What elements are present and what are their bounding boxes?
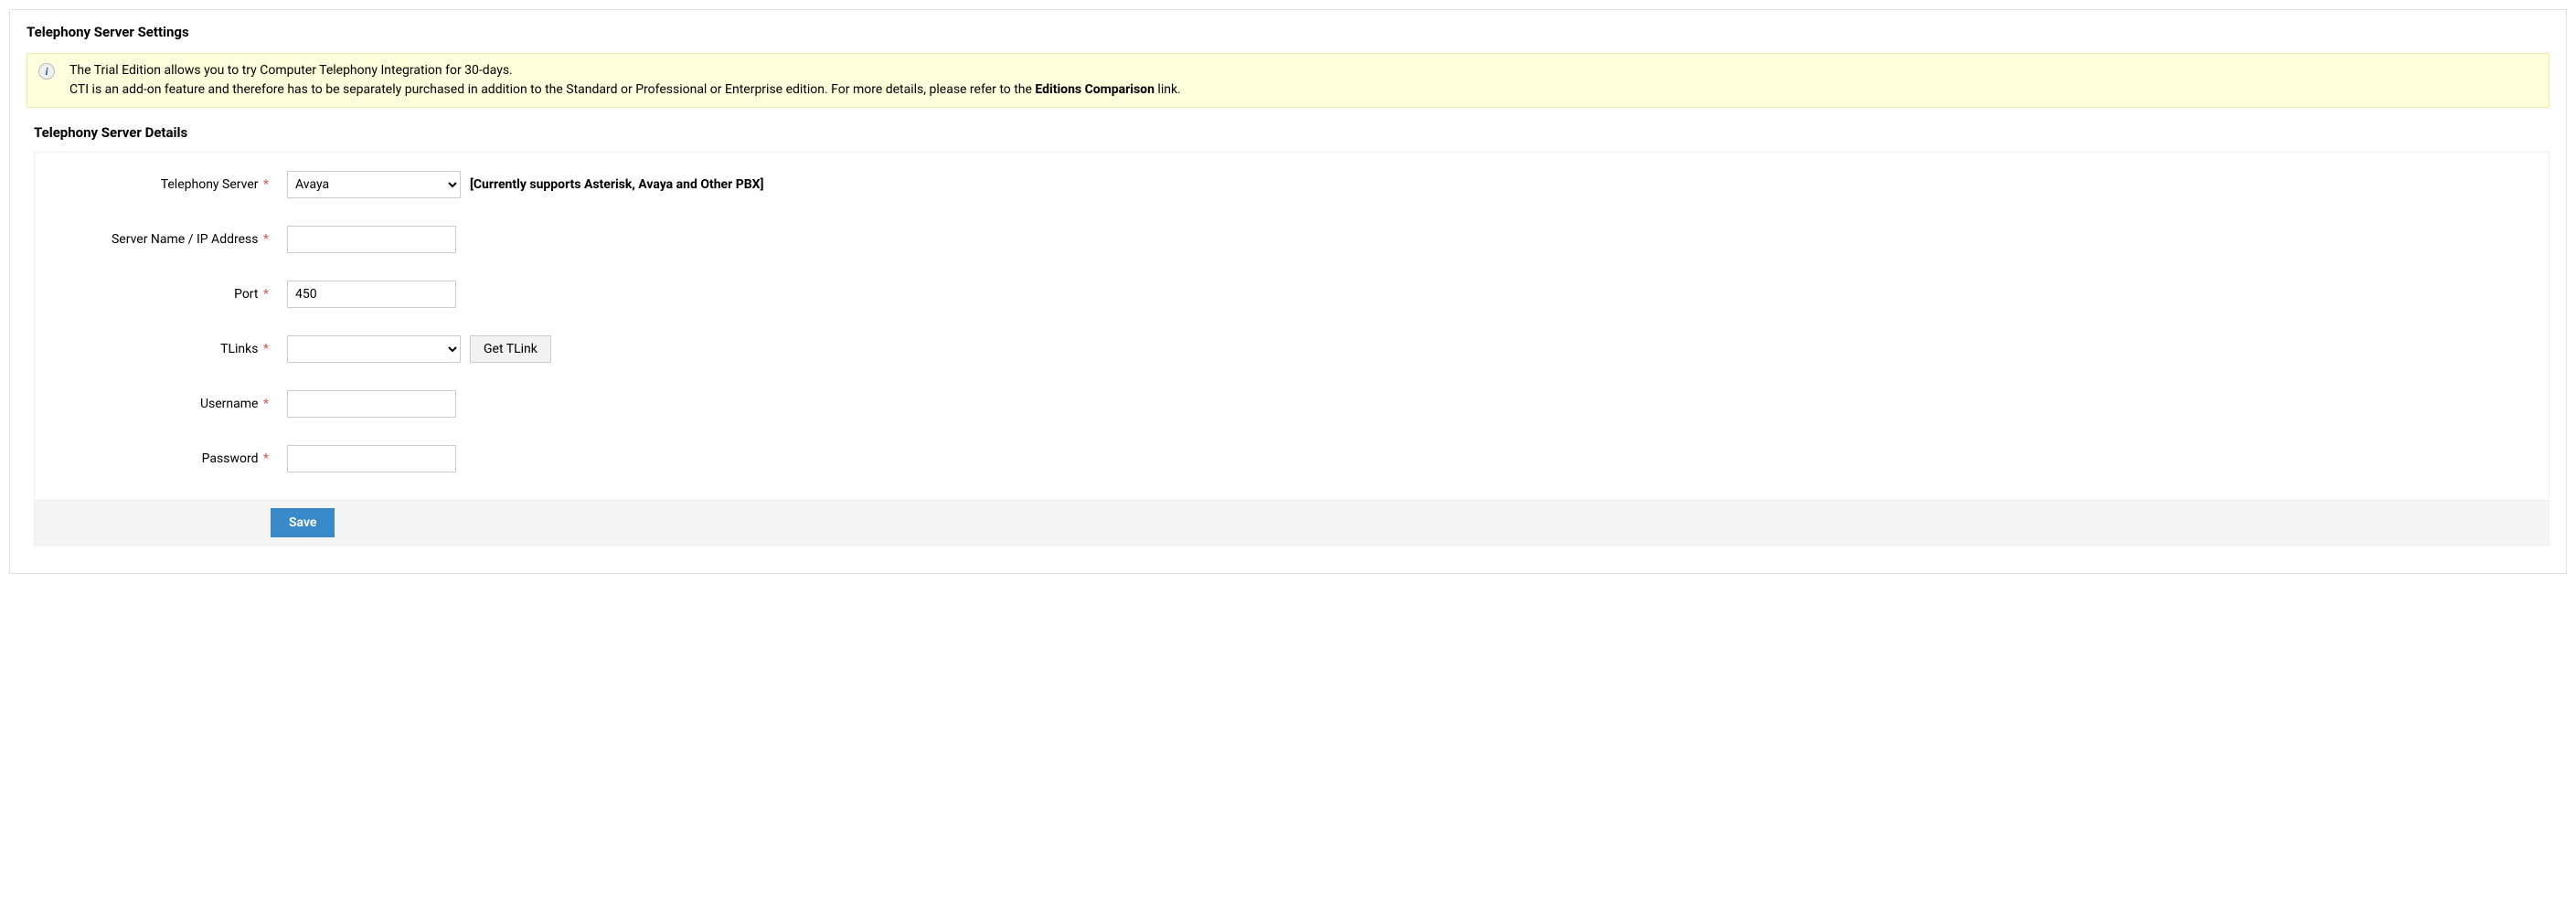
info-line2-post: link. bbox=[1155, 82, 1181, 97]
save-bar: Save bbox=[35, 500, 2549, 545]
info-text: The Trial Edition allows you to try Comp… bbox=[69, 61, 1181, 100]
tlinks-select[interactable] bbox=[287, 335, 461, 363]
required-marker: * bbox=[263, 287, 269, 302]
row-password: Password * bbox=[35, 445, 2549, 472]
required-marker: * bbox=[263, 177, 269, 192]
label-username: Username * bbox=[35, 397, 274, 411]
server-name-input[interactable] bbox=[287, 226, 456, 253]
required-marker: * bbox=[263, 451, 269, 466]
label-telephony-server: Telephony Server * bbox=[35, 177, 274, 192]
required-marker: * bbox=[263, 397, 269, 411]
save-button[interactable]: Save bbox=[271, 508, 335, 537]
password-input[interactable] bbox=[287, 445, 456, 472]
label-tlinks: TLinks * bbox=[35, 342, 274, 356]
telephony-server-help: [Currently supports Asterisk, Avaya and … bbox=[470, 177, 763, 192]
required-marker: * bbox=[263, 342, 269, 356]
editions-comparison-link[interactable]: Editions Comparison bbox=[1035, 82, 1155, 97]
port-input[interactable] bbox=[287, 281, 456, 308]
row-port: Port * bbox=[35, 281, 2549, 308]
info-box: i The Trial Edition allows you to try Co… bbox=[27, 53, 2549, 108]
settings-panel: Telephony Server Settings i The Trial Ed… bbox=[9, 9, 2567, 574]
label-password: Password * bbox=[35, 451, 274, 466]
username-input[interactable] bbox=[287, 390, 456, 418]
row-tlinks: TLinks * Get TLink bbox=[35, 335, 2549, 363]
info-line2-pre: CTI is an add-on feature and therefore h… bbox=[69, 82, 1035, 97]
page-title: Telephony Server Settings bbox=[27, 24, 2549, 40]
required-marker: * bbox=[263, 232, 269, 247]
form-container: Telephony Server * Avaya [Currently supp… bbox=[34, 152, 2549, 546]
get-tlink-button[interactable]: Get TLink bbox=[470, 335, 551, 363]
info-icon: i bbox=[38, 63, 55, 80]
row-telephony-server: Telephony Server * Avaya [Currently supp… bbox=[35, 171, 2549, 198]
telephony-server-select[interactable]: Avaya bbox=[287, 171, 461, 198]
label-server-name: Server Name / IP Address * bbox=[35, 232, 274, 247]
details-title: Telephony Server Details bbox=[34, 124, 2549, 141]
row-server-name: Server Name / IP Address * bbox=[35, 226, 2549, 253]
row-username: Username * bbox=[35, 390, 2549, 418]
info-line1: The Trial Edition allows you to try Comp… bbox=[69, 63, 513, 78]
label-port: Port * bbox=[35, 287, 274, 302]
